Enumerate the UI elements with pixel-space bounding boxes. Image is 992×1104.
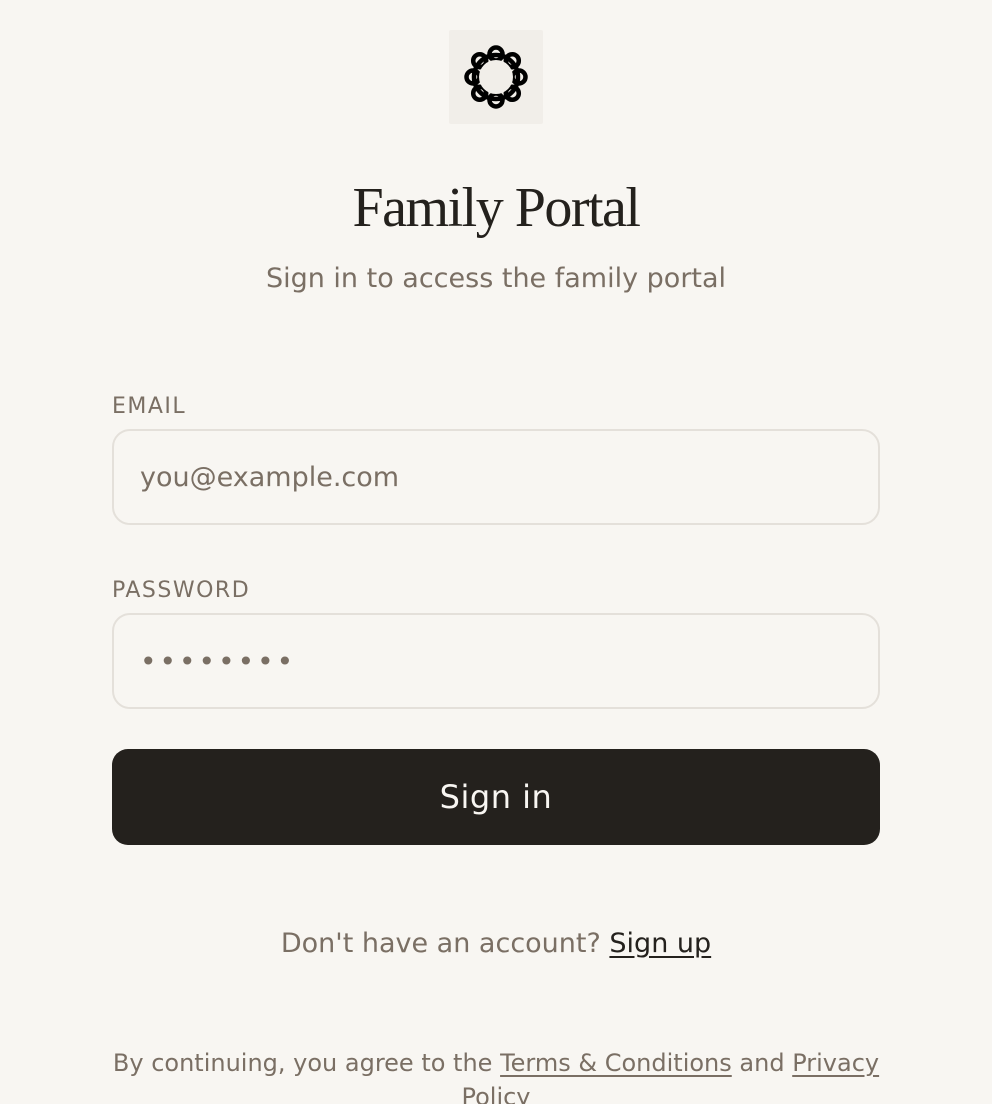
page-title: Family Portal [352, 177, 641, 239]
ornament-ring-icon [464, 45, 528, 109]
signup-prompt: Don't have an account? Sign up [0, 926, 992, 962]
password-input[interactable] [112, 613, 880, 709]
legal-notice: By continuing, you agree to the Terms & … [112, 1046, 880, 1104]
legal-prefix: By continuing, you agree to the [112, 1049, 493, 1077]
page-subtitle: Sign in to access the family portal [265, 263, 727, 294]
sign-in-button[interactable]: Sign in [112, 749, 880, 845]
sign-up-link[interactable]: Sign up [609, 928, 711, 959]
logo [449, 30, 543, 124]
email-input[interactable] [112, 429, 880, 525]
legal-conjunction: and [739, 1049, 785, 1077]
login-page: Family Portal Sign in to access the fami… [0, 0, 992, 1104]
email-label: EMAIL [112, 394, 187, 419]
terms-link[interactable]: Terms & Conditions [500, 1049, 732, 1077]
password-label: PASSWORD [112, 578, 251, 603]
signup-prompt-text: Don't have an account? [280, 928, 601, 959]
